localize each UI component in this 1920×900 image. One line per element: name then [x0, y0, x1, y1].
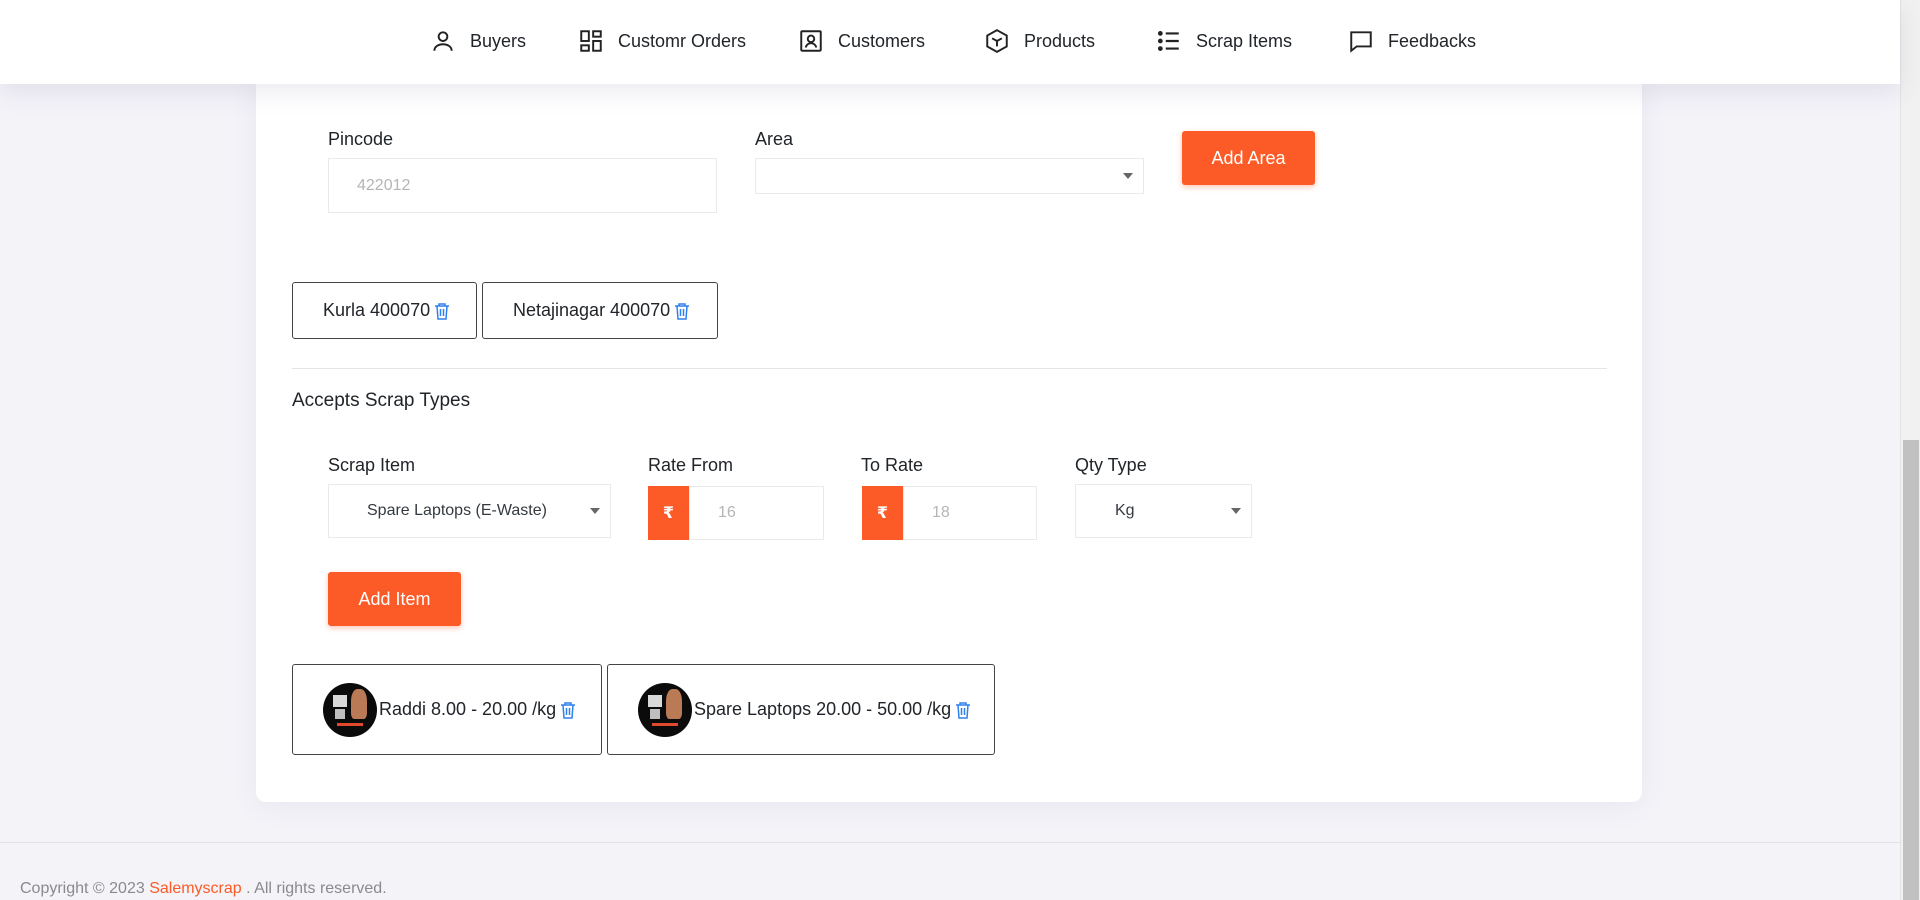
- nav-feedbacks[interactable]: Feedbacks: [1348, 26, 1476, 56]
- box-icon: [986, 29, 1008, 53]
- rate-from-label: Rate From: [648, 455, 734, 475]
- footer-divider: [0, 842, 1900, 843]
- user-icon: [433, 31, 453, 51]
- contact-card-icon: [800, 30, 822, 52]
- nav-customers[interactable]: Customers: [798, 26, 925, 56]
- nav-customers-label: Customers: [838, 30, 926, 51]
- scrap-item-select[interactable]: Spare Laptops (E-Waste): [328, 484, 611, 538]
- rate-from-value: 16: [718, 504, 736, 521]
- scrap-item-chip: Spare Laptops 20.00 - 50.00 /kg: [607, 664, 995, 755]
- scrap-item-chip-label: Spare Laptops 20.00 - 50.00 /kg: [694, 699, 952, 719]
- scrap-item-image: [638, 682, 692, 737]
- to-rate-input[interactable]: 18: [903, 486, 1037, 540]
- dashboard-icon: [580, 30, 602, 52]
- pincode-label: Pincode: [328, 129, 394, 149]
- pincode-input[interactable]: 422012: [328, 158, 717, 213]
- chevron-down-icon: [1231, 508, 1241, 514]
- trash-icon[interactable]: [955, 701, 971, 719]
- area-chip-label: Kurla 400070: [323, 300, 431, 320]
- qty-type-select[interactable]: Kg: [1075, 484, 1252, 538]
- rupee-icon: ₹: [648, 486, 689, 540]
- footer-copyright: Copyright © 2023: [20, 880, 145, 897]
- nav-buyers[interactable]: Buyers: [430, 26, 526, 56]
- add-area-button[interactable]: Add Area: [1182, 131, 1315, 185]
- add-item-button[interactable]: Add Item: [328, 572, 461, 626]
- area-chip-label: Netajinagar 400070: [513, 300, 671, 320]
- top-navigation: Buyers Customr Orders Customers Products…: [0, 0, 1900, 84]
- to-rate-label: To Rate: [861, 455, 924, 475]
- nav-customer-orders[interactable]: Customr Orders: [578, 26, 746, 56]
- trash-icon[interactable]: [560, 701, 576, 719]
- scrap-item-label: Scrap Item: [328, 455, 416, 475]
- qty-type-label: Qty Type: [1075, 455, 1147, 475]
- scrap-item-chip: Raddi 8.00 - 20.00 /kg: [292, 664, 602, 755]
- footer-brand-link[interactable]: Salemyscrap: [149, 880, 241, 897]
- nav-products[interactable]: Products: [984, 26, 1095, 56]
- chevron-down-icon: [1123, 173, 1133, 179]
- trash-icon[interactable]: [434, 302, 450, 320]
- nav-scrap-items[interactable]: Scrap Items: [1156, 26, 1292, 56]
- scrap-item-chip-label: Raddi 8.00 - 20.00 /kg: [379, 699, 557, 719]
- scrap-item-image: [323, 682, 377, 737]
- rate-from-input[interactable]: 16: [689, 486, 824, 540]
- page-scrollbar[interactable]: [1900, 0, 1920, 900]
- scrollbar-thumb[interactable]: [1903, 440, 1919, 900]
- chat-icon: [1350, 31, 1372, 53]
- rupee-icon: ₹: [862, 486, 903, 540]
- accepts-scrap-types-title: Accepts Scrap Types: [292, 390, 471, 411]
- section-divider: [292, 368, 1607, 369]
- nav-scrap-items-label: Scrap Items: [1196, 30, 1293, 51]
- footer-rights: . All rights reserved.: [246, 880, 387, 897]
- scrap-item-value: Spare Laptops (E-Waste): [367, 502, 547, 519]
- trash-icon[interactable]: [674, 302, 690, 320]
- qty-type-value: Kg: [1115, 502, 1135, 519]
- area-chip: Netajinagar 400070: [482, 282, 718, 339]
- list-icon: [1157, 31, 1179, 51]
- area-select[interactable]: [755, 158, 1144, 194]
- chevron-down-icon: [590, 508, 600, 514]
- nav-products-label: Products: [1024, 30, 1096, 51]
- nav-feedbacks-label: Feedbacks: [1388, 30, 1477, 51]
- area-label: Area: [755, 129, 794, 149]
- nav-orders-label: Customr Orders: [618, 30, 747, 51]
- nav-buyers-label: Buyers: [470, 30, 527, 51]
- pincode-value: 422012: [357, 176, 411, 194]
- footer: Copyright © 2023 Salemyscrap . All right…: [20, 880, 387, 898]
- to-rate-value: 18: [932, 504, 950, 521]
- area-chip: Kurla 400070: [292, 282, 477, 339]
